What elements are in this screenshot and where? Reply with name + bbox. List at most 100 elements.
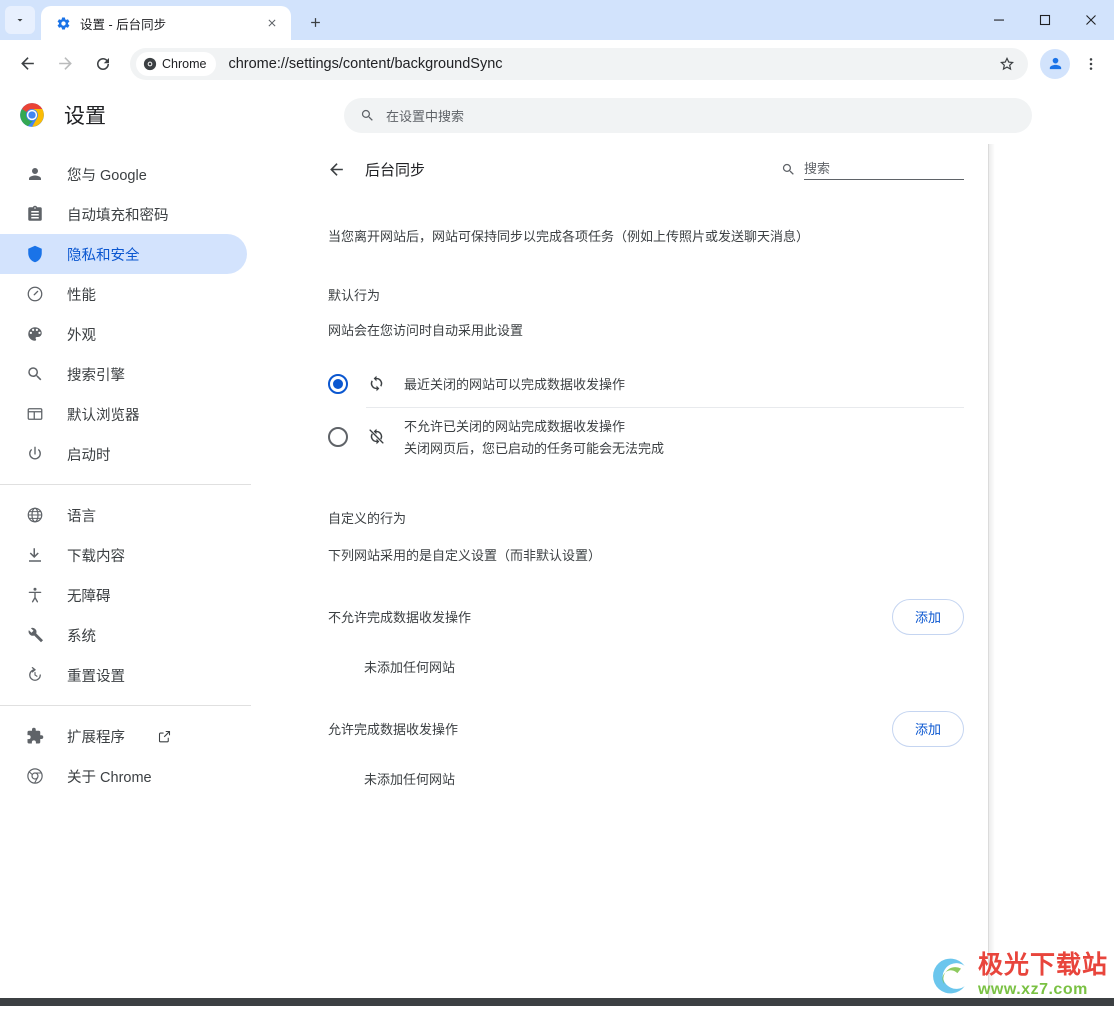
sidebar-item-extensions[interactable]: 扩展程序: [0, 716, 247, 756]
add-site-button-blocked[interactable]: 添加: [891, 598, 964, 635]
external-link-icon[interactable]: [157, 729, 172, 744]
sidebar-item-label: 隐私和安全: [67, 247, 140, 264]
tab-title: 设置 - 后台同步: [80, 17, 167, 32]
browser-toolbar: Chrome chrome://settings/content/backgro…: [0, 40, 1114, 87]
radio-option-texts: 不允许已关闭的网站完成数据收发操作 关闭网页后，您已启动的任务可能会无法完成: [404, 416, 664, 457]
sidebar-item-privacy-security[interactable]: 隐私和安全: [0, 234, 247, 274]
radio-dot: [333, 378, 343, 389]
permission-block-label: 允许完成数据收发操作: [328, 722, 459, 737]
window-maximize-button[interactable]: [1022, 0, 1068, 40]
puzzle-icon: [25, 726, 45, 746]
content-search[interactable]: 搜索: [781, 158, 964, 180]
sidebar-item-you-and-google[interactable]: 您与 Google: [0, 154, 247, 194]
tab-search-button[interactable]: [5, 6, 35, 34]
sidebar-item-about-chrome[interactable]: 关于 Chrome: [0, 756, 247, 796]
sidebar-item-accessibility[interactable]: 无障碍: [0, 575, 247, 615]
search-icon: [25, 364, 45, 384]
nav-forward-button[interactable]: [48, 47, 82, 81]
sidebar-item-label: 您与 Google: [67, 167, 147, 184]
settings-body: 您与 Google 自动填充和密码 隐私和安全 性能 外观 搜索引擎 默认浏览器…: [0, 144, 1114, 1006]
page-reload-button[interactable]: [86, 47, 120, 81]
add-site-button-allowed[interactable]: 添加: [891, 710, 964, 747]
radio-option-block[interactable]: 不允许已关闭的网站完成数据收发操作 关闭网页后，您已启动的任务可能会无法完成: [328, 408, 964, 466]
window-close-button[interactable]: [1068, 0, 1114, 40]
page-title: 后台同步: [365, 161, 426, 179]
card-edge-shadow: [988, 144, 995, 1006]
window-controls: [976, 0, 1114, 40]
profile-avatar-button[interactable]: [1040, 48, 1070, 79]
arrow-right-icon: [58, 57, 72, 70]
sidebar-item-appearance[interactable]: 外观: [0, 314, 247, 354]
permission-empty-text: 未添加任何网站: [364, 771, 456, 787]
sidebar-divider-1: [0, 484, 251, 485]
sidebar-item-label: 重置设置: [67, 668, 125, 685]
nav-back-button[interactable]: [10, 47, 44, 81]
reload-icon: [97, 57, 109, 70]
settings-search-box[interactable]: 在设置中搜索: [344, 97, 1032, 133]
settings-top-bar: 设置 在设置中搜索: [0, 87, 1114, 144]
sidebar-item-label: 系统: [67, 628, 96, 645]
speedometer-icon: [25, 284, 45, 304]
custom-behavior-subtext: 下列网站采用的是自定义设置（而非默认设置）: [328, 547, 602, 563]
shield-icon: [25, 244, 45, 264]
sidebar-item-label: 默认浏览器: [67, 407, 140, 424]
sidebar-item-label: 启动时: [67, 447, 111, 464]
bottom-bar: [0, 998, 1114, 1006]
sidebar-item-default-browser[interactable]: 默认浏览器: [0, 394, 247, 434]
browser-menu-button[interactable]: [1076, 47, 1106, 81]
new-tab-button[interactable]: [301, 8, 329, 36]
address-bar[interactable]: Chrome chrome://settings/content/backgro…: [130, 47, 1028, 80]
search-icon: [781, 162, 796, 180]
radio-option-allow[interactable]: 最近关闭的网站可以完成数据收发操作: [328, 361, 964, 407]
permission-block-blocked: 不允许完成数据收发操作 添加 未添加任何网站: [304, 598, 988, 676]
settings-title: 设置: [64, 105, 106, 128]
bookmark-star-icon[interactable]: [992, 49, 1022, 79]
sidebar-item-reset-settings[interactable]: 重置设置: [0, 655, 247, 695]
person-icon: [25, 164, 45, 184]
history-restore-icon: [25, 665, 45, 685]
person-icon: [1049, 57, 1061, 70]
sidebar-item-label: 搜索引擎: [67, 367, 125, 384]
window-minimize-button[interactable]: [976, 0, 1022, 40]
chrome-logo-icon: [0, 102, 64, 128]
palette-icon: [25, 324, 45, 344]
sidebar-item-performance[interactable]: 性能: [0, 274, 247, 314]
chrome-logo-icon: [143, 57, 157, 70]
globe-icon: [25, 505, 45, 525]
settings-search-placeholder: 在设置中搜索: [386, 108, 465, 124]
chrome-logo-icon: [25, 766, 45, 786]
url-text: chrome://settings/content/backgroundSync: [228, 55, 503, 72]
settings-page: 设置 在设置中搜索 您与 Google 自动填充和密码 隐私和安全 性能 外观 …: [0, 87, 1114, 1006]
content-search-input[interactable]: 搜索: [804, 158, 964, 180]
sidebar-item-languages[interactable]: 语言: [0, 495, 247, 535]
page-description: 当您离开网站后，网站可保持同步以完成各项任务（例如上传照片或发送聊天消息）: [328, 229, 810, 244]
tab-close-icon[interactable]: [261, 12, 283, 34]
radio-option-sublabel: 关闭网页后，您已启动的任务可能会无法完成: [404, 441, 665, 456]
sidebar-item-autofill-passwords[interactable]: 自动填充和密码: [0, 194, 247, 234]
arrow-left-icon: [329, 162, 343, 176]
sidebar-item-system[interactable]: 系统: [0, 615, 247, 655]
subpage-back-button[interactable]: [320, 153, 352, 185]
tab-strip: 设置 - 后台同步: [0, 0, 1114, 40]
sync-disabled-icon: [366, 427, 386, 447]
accessibility-icon: [25, 585, 45, 605]
default-behavior-radio-group: 最近关闭的网站可以完成数据收发操作 不允许已关闭的网站完成数据收发操作 关闭网页…: [304, 361, 988, 466]
radio-option-texts: 最近关闭的网站可以完成数据收发操作: [404, 374, 625, 393]
sidebar-item-on-startup[interactable]: 启动时: [0, 434, 247, 474]
arrow-left-icon: [20, 57, 34, 70]
sidebar-item-label: 自动填充和密码: [67, 207, 169, 224]
sidebar-divider-2: [0, 705, 251, 706]
sidebar-item-label: 下载内容: [67, 548, 125, 565]
browser-tab[interactable]: 设置 - 后台同步: [41, 6, 291, 40]
radio-button-unselected[interactable]: [328, 426, 348, 447]
settings-content-area: 后台同步 搜索 当您离开网站后，网站可保持同步以完成各项任务（例如上传照片或发送…: [304, 144, 1114, 1006]
default-behavior-heading: 默认行为: [328, 287, 381, 303]
permission-block-header: 允许完成数据收发操作 添加: [304, 710, 988, 747]
sidebar-item-search-engine[interactable]: 搜索引擎: [0, 354, 247, 394]
sidebar-item-label: 语言: [67, 508, 96, 525]
sidebar-item-downloads[interactable]: 下载内容: [0, 535, 247, 575]
radio-button-selected[interactable]: [328, 373, 348, 394]
chrome-scheme-chip[interactable]: Chrome: [136, 51, 217, 76]
plus-icon: [310, 17, 320, 27]
permission-block-label: 不允许完成数据收发操作: [328, 610, 472, 625]
